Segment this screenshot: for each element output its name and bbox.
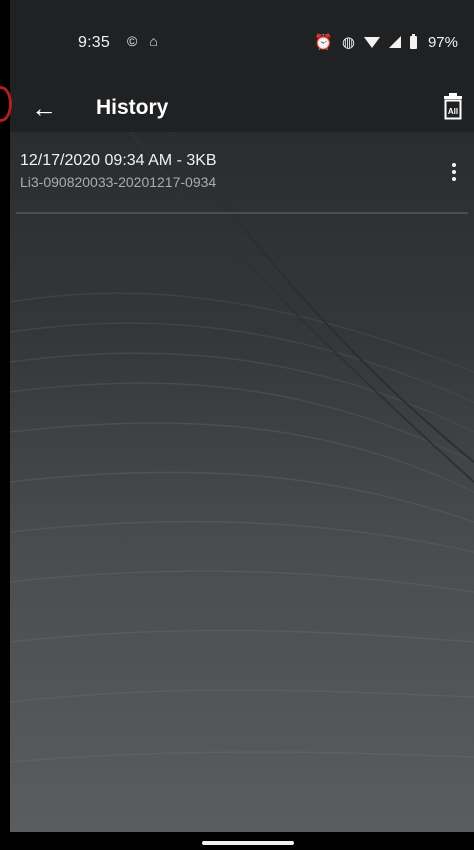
home-gesture-handle[interactable]: [202, 841, 294, 845]
status-bar: 9:35 © ⌂ ⏰ ◍ 97%: [10, 0, 474, 84]
item-divider: [16, 212, 468, 214]
delete-all-button[interactable]: All: [442, 92, 464, 120]
alarm-icon: ⏰: [314, 34, 333, 51]
more-vert-dot: [452, 177, 456, 181]
battery-icon: [409, 33, 417, 49]
status-left-icons: © ⌂: [127, 33, 158, 49]
app-window: 9:35 © ⌂ ⏰ ◍ 97% ← History All 12/17/202…: [10, 0, 474, 850]
status-time: 9:35: [78, 34, 110, 51]
trash-all-icon: All: [444, 93, 462, 120]
notification-c-icon: ©: [127, 33, 138, 49]
background-wave: [10, 132, 474, 763]
history-list: 12/17/2020 09:34 AM - 3KB Li3-090820033-…: [10, 132, 474, 832]
more-vert-dot: [452, 163, 456, 167]
more-options-button[interactable]: [446, 160, 462, 184]
page-title: History: [96, 96, 169, 119]
delete-all-label: All: [448, 107, 458, 116]
battery-percent: 97%: [427, 33, 458, 51]
history-item-title: 12/17/2020 09:34 AM - 3KB: [20, 152, 217, 169]
wifi-icon: [363, 36, 380, 48]
signal-icon: [388, 36, 401, 48]
home-notification-icon: ⌂: [149, 33, 158, 49]
app-bar: ← History All: [10, 84, 474, 132]
vibrate-icon: ◍: [341, 34, 355, 51]
history-item[interactable]: 12/17/2020 09:34 AM - 3KB Li3-090820033-…: [10, 144, 474, 216]
more-vert-dot: [452, 170, 456, 174]
history-item-filename: Li3-090820033-20201217-0934: [20, 174, 217, 190]
arrow-left-icon: ←: [31, 92, 57, 123]
back-button[interactable]: ←: [28, 92, 60, 124]
navigation-bar: [0, 832, 474, 850]
phone-screen: 9:35 © ⌂ ⏰ ◍ 97% ← History All 12/17/202…: [0, 0, 474, 850]
status-right-icons: ⏰ ◍ 97%: [314, 33, 458, 51]
